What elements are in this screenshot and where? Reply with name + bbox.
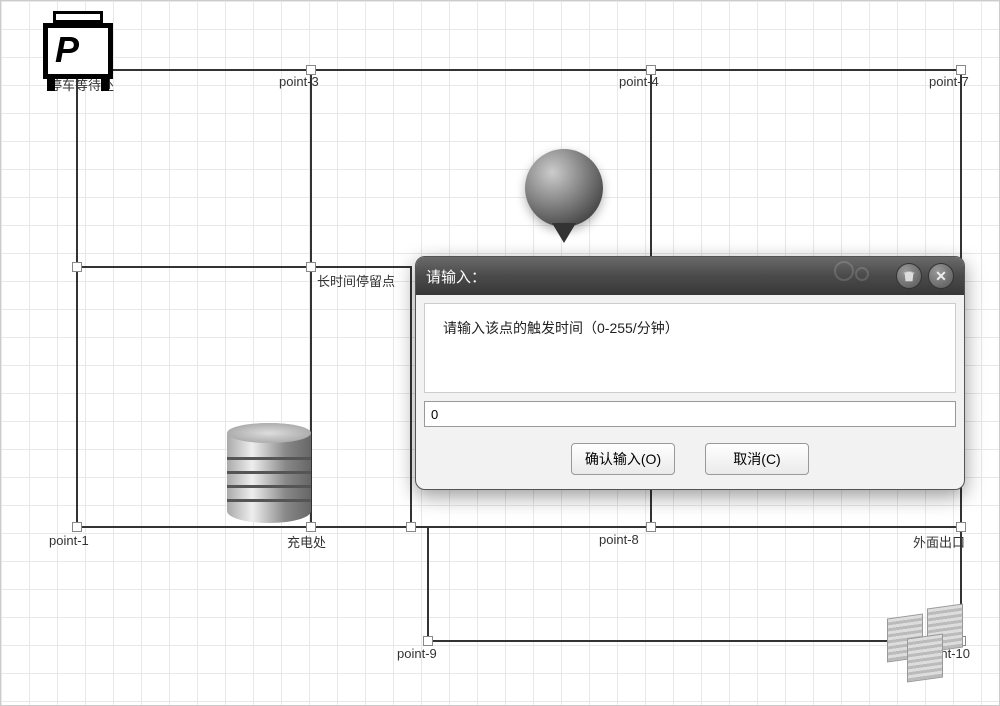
map-edge: [76, 69, 78, 529]
node-stay[interactable]: [72, 262, 82, 272]
map-edge: [427, 526, 429, 642]
label-point-1: point-1: [49, 533, 89, 548]
input-dialog: 请输入： ✕ 请输入该点的触发时间（0-255/分钟） 确认输入(O) 取消(C…: [415, 256, 965, 490]
dialog-prompt-text: 请输入该点的触发时间（0-255/分钟）: [443, 318, 937, 338]
node-exit[interactable]: [956, 522, 966, 532]
trigger-time-input[interactable]: [424, 401, 956, 427]
dialog-body: 请输入该点的触发时间（0-255/分钟）: [424, 303, 956, 393]
label-charge-point: 充电处: [287, 532, 326, 551]
trash-icon: [902, 269, 916, 283]
node-charge[interactable]: [306, 522, 316, 532]
grid-canvas[interactable]: point-1 point-3 point-4 point-7 point-8 …: [0, 0, 1000, 706]
label-point-9: point-9: [397, 646, 437, 661]
map-edge: [76, 526, 962, 528]
dialog-title: 请输入：: [426, 266, 890, 287]
database-icon: [227, 423, 311, 523]
location-marker-icon[interactable]: [525, 149, 603, 227]
map-edge: [410, 266, 412, 528]
node-point-1[interactable]: [72, 522, 82, 532]
map-edge: [427, 640, 962, 642]
dialog-close-button[interactable]: ✕: [928, 263, 954, 289]
parking-icon: P: [33, 11, 123, 91]
node-point-8[interactable]: [646, 522, 656, 532]
map-edge: [76, 69, 963, 71]
close-icon: ✕: [935, 268, 947, 285]
label-point-8: point-8: [599, 532, 639, 547]
map-edge: [76, 266, 412, 268]
node-point-9[interactable]: [423, 636, 433, 646]
dialog-delete-button[interactable]: [896, 263, 922, 289]
dialog-titlebar[interactable]: 请输入： ✕: [416, 257, 964, 295]
label-point-7: point-7: [929, 74, 969, 89]
label-point-3: point-3: [279, 74, 319, 89]
node-point-8-join[interactable]: [406, 522, 416, 532]
cancel-button[interactable]: 取消(C): [705, 443, 809, 475]
pallets-icon: [887, 606, 965, 670]
node-intersection[interactable]: [306, 262, 316, 272]
confirm-button[interactable]: 确认输入(O): [571, 443, 675, 475]
label-point-4: point-4: [619, 74, 659, 89]
label-exit-point: 外面出口: [913, 532, 965, 551]
label-stay-point: 长时间停留点: [317, 271, 395, 290]
